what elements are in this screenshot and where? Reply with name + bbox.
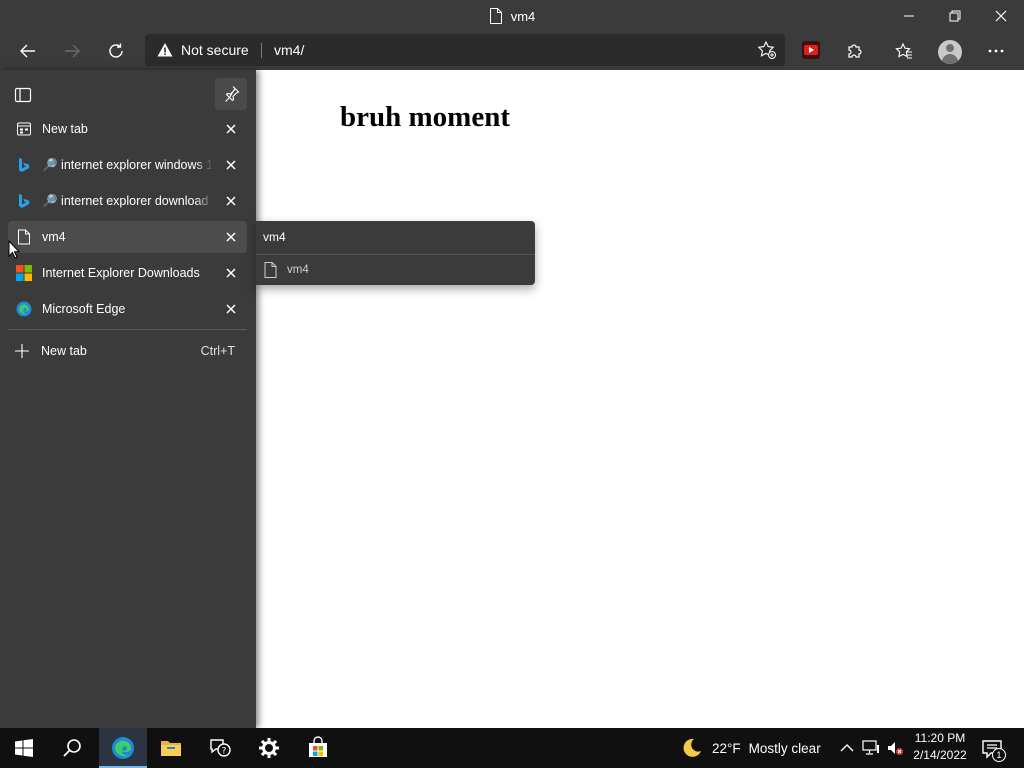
weather-widget[interactable]: 22°F Mostly clear (680, 728, 821, 768)
tab-microsoft-edge[interactable]: Microsoft Edge (8, 293, 247, 325)
warning-icon (157, 43, 173, 57)
minimize-icon (904, 15, 914, 17)
taskbar-settings[interactable] (245, 728, 293, 768)
refresh-icon (109, 43, 123, 58)
pin-pane-button[interactable] (215, 78, 247, 110)
windows-taskbar: ? 22°F Mostly clear 11:20 PM 2/14/2022 1 (0, 728, 1024, 768)
tab-label: Internet Explorer Downloads (42, 266, 200, 280)
chevron-up-icon[interactable] (838, 739, 856, 757)
settings-menu-button[interactable] (980, 35, 1012, 67)
tab-vm4[interactable]: vm4 (8, 221, 247, 253)
refresh-button[interactable] (100, 35, 132, 67)
gear-icon (259, 738, 279, 758)
forward-button[interactable] (56, 35, 88, 67)
youtube-extension-button[interactable] (802, 41, 820, 59)
close-icon (995, 10, 1007, 22)
new-tab-shortcut: Ctrl+T (200, 344, 235, 358)
clock-time: 11:20 PM (914, 731, 966, 745)
tab-label: vm4 (42, 230, 66, 244)
window-title-text: vm4 (510, 8, 536, 24)
moon-icon (683, 738, 701, 757)
close-tab-icon[interactable] (225, 267, 237, 279)
microsoft-icon (16, 265, 32, 281)
tab-bing-search-2[interactable]: 🔎 internet explorer download - (8, 185, 247, 217)
close-tab-icon[interactable] (225, 303, 237, 315)
page-heading: bruh moment (340, 101, 510, 133)
search-button[interactable] (48, 728, 96, 768)
network-icon[interactable] (862, 739, 880, 757)
url-text[interactable]: vm4/ (274, 34, 304, 66)
store-bag-icon (309, 736, 327, 757)
restore-icon (949, 10, 961, 22)
edge-icon (16, 301, 32, 317)
search-icon (63, 739, 81, 757)
title-bar: vm4 (0, 0, 1024, 32)
puzzle-piece-icon (848, 44, 862, 58)
tab-label: 🔎 internet explorer windows 10 (42, 149, 213, 181)
profile-avatar[interactable] (938, 40, 962, 64)
hover-card-url: vm4 (287, 264, 309, 276)
taskbar-feedback-hub[interactable]: ? (196, 728, 244, 768)
weather-temperature: 22°F (712, 740, 741, 756)
vertical-tabs-pane: New tab 🔎 internet explorer windows 10 🔎… (0, 70, 256, 728)
page-icon (489, 8, 502, 24)
browser-toolbar: Not secure vm4/ (0, 32, 1024, 70)
address-bar[interactable]: Not secure vm4/ (145, 34, 785, 66)
start-button[interactable] (0, 728, 48, 768)
folder-icon (161, 741, 181, 756)
svg-text:?: ? (222, 747, 227, 757)
tab-actions-icon[interactable] (14, 86, 32, 104)
add-favorite-icon[interactable] (757, 40, 777, 60)
back-button[interactable] (12, 35, 44, 67)
taskbar-file-explorer[interactable] (147, 728, 195, 768)
tab-bing-search-1[interactable]: 🔎 internet explorer windows 10 (8, 149, 247, 181)
favorites-button[interactable] (888, 35, 920, 67)
system-clock[interactable]: 11:20 PM 2/14/2022 (906, 730, 974, 766)
clock-date: 2/14/2022 (913, 748, 967, 762)
tab-ie-downloads[interactable]: Internet Explorer Downloads (8, 257, 247, 289)
favorites-star-icon (895, 42, 912, 59)
bing-icon (19, 158, 30, 172)
window-title: vm4 (0, 0, 1024, 32)
close-tab-icon[interactable] (225, 159, 237, 171)
taskbar-edge[interactable] (99, 728, 147, 768)
feedback-icon: ? (210, 739, 231, 757)
page-icon (264, 262, 277, 278)
newtab-icon (17, 122, 31, 136)
hover-card-title: vm4 (263, 230, 286, 244)
bing-icon (19, 194, 30, 208)
minimize-button[interactable] (886, 0, 932, 32)
youtube-icon (804, 45, 818, 55)
pin-icon (225, 86, 240, 102)
security-indicator[interactable]: Not secure (157, 34, 249, 66)
new-tab-label: New tab (41, 344, 87, 358)
close-tab-icon[interactable] (225, 123, 237, 135)
extensions-button[interactable] (839, 35, 871, 67)
close-tab-icon[interactable] (225, 195, 237, 207)
tab-new-tab[interactable]: New tab (8, 113, 247, 145)
tab-hover-card: vm4 vm4 (256, 221, 535, 285)
address-separator (261, 43, 262, 58)
forward-arrow-icon (65, 44, 80, 58)
plus-icon (15, 344, 29, 358)
mouse-cursor-icon (8, 240, 20, 259)
page-content: bruh moment (256, 70, 1024, 728)
security-text: Not secure (181, 42, 249, 58)
pane-divider (8, 329, 247, 330)
notification-count-badge: 1 (992, 748, 1006, 762)
tab-label: Microsoft Edge (42, 302, 126, 316)
back-arrow-icon (20, 44, 35, 58)
taskbar-store[interactable] (294, 728, 342, 768)
weather-description: Mostly clear (748, 740, 821, 756)
close-window-button[interactable] (978, 0, 1024, 32)
close-tab-icon[interactable] (225, 231, 237, 243)
volume-muted-icon[interactable] (886, 739, 904, 757)
edge-icon (112, 737, 134, 759)
tab-label: 🔎 internet explorer download - (42, 185, 213, 217)
tab-label: New tab (42, 122, 88, 136)
new-tab-button[interactable]: New tab Ctrl+T (8, 336, 247, 366)
windows-logo-icon (15, 739, 33, 757)
more-dots-icon (988, 49, 1004, 53)
restore-button[interactable] (932, 0, 978, 32)
